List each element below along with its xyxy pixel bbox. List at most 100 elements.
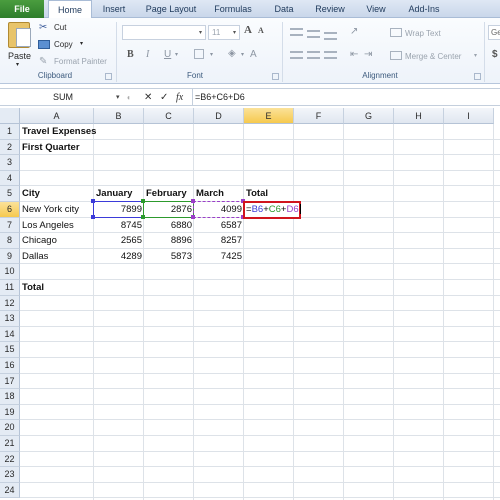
merge-center-button[interactable]: Merge & Center xyxy=(405,52,461,61)
font-color-button[interactable]: A xyxy=(250,49,257,60)
table-cell[interactable]: New York city xyxy=(20,202,94,218)
column-header-e[interactable]: E xyxy=(244,108,294,124)
wrap-text-button[interactable]: Wrap Text xyxy=(405,29,441,38)
decrease-indent-icon[interactable]: ⇤ xyxy=(350,49,358,60)
format-painter-button[interactable]: Format Painter xyxy=(54,57,107,66)
row-header-13[interactable]: 13 xyxy=(0,311,20,327)
italic-button[interactable]: I xyxy=(146,49,149,60)
alignment-launcher-icon[interactable] xyxy=(474,73,481,80)
row-header-10[interactable]: 10 xyxy=(0,264,20,280)
increase-indent-icon[interactable]: ⇥ xyxy=(364,49,372,60)
table-cell[interactable]: 8257 xyxy=(194,233,244,249)
column-header-i[interactable]: I xyxy=(444,108,494,124)
font-name-select[interactable]: ▾ xyxy=(122,25,206,40)
enter-icon[interactable]: ✓ xyxy=(160,90,168,105)
reference-handle[interactable] xyxy=(91,199,95,203)
select-all-button[interactable] xyxy=(0,108,20,124)
column-header-h[interactable]: H xyxy=(394,108,444,124)
header-cell[interactable]: January xyxy=(94,186,144,202)
table-cell[interactable]: 6587 xyxy=(194,218,244,234)
tab-insert[interactable]: Insert xyxy=(94,0,134,18)
row-header-19[interactable]: 19 xyxy=(0,404,20,421)
cell-a1-title[interactable]: Travel Expenses xyxy=(20,124,96,140)
header-cell[interactable]: February xyxy=(144,186,194,202)
row-header-22[interactable]: 22 xyxy=(0,451,20,468)
row-header-24[interactable]: 24 xyxy=(0,482,20,499)
table-cell[interactable]: 4289 xyxy=(94,249,144,265)
table-cell[interactable]: 5873 xyxy=(144,249,194,265)
table-cell[interactable]: 7425 xyxy=(194,249,244,265)
row-header-9[interactable]: 9 xyxy=(0,248,20,265)
align-right-icon[interactable] xyxy=(324,51,337,59)
cell-a2-subtitle[interactable]: First Quarter xyxy=(20,140,94,156)
currency-button[interactable]: $ xyxy=(492,49,498,60)
tab-file[interactable]: File xyxy=(0,0,44,18)
row-header-14[interactable]: 14 xyxy=(0,326,20,343)
font-size-select[interactable]: 11 ▾ xyxy=(208,25,240,40)
align-left-icon[interactable] xyxy=(290,51,303,59)
merge-dropdown-icon[interactable]: ▾ xyxy=(474,52,477,59)
row-header-12[interactable]: 12 xyxy=(0,295,20,312)
row-header-3[interactable]: 3 xyxy=(0,155,20,171)
clipboard-launcher-icon[interactable] xyxy=(105,73,112,80)
tab-page-layout[interactable]: Page Layout xyxy=(140,0,202,18)
column-header-b[interactable]: B xyxy=(94,108,144,124)
table-cell[interactable]: Chicago xyxy=(20,233,94,249)
table-cell[interactable]: 8896 xyxy=(144,233,194,249)
column-header-c[interactable]: C xyxy=(144,108,194,124)
row-header-5[interactable]: 5 xyxy=(0,186,20,202)
insert-function-icon[interactable]: fx xyxy=(176,90,183,105)
tab-review[interactable]: Review xyxy=(310,0,350,18)
row-header-21[interactable]: 21 xyxy=(0,436,20,452)
font-launcher-icon[interactable] xyxy=(272,73,279,80)
number-format-select[interactable]: Ge xyxy=(488,25,500,40)
table-cell[interactable]: 2565 xyxy=(94,233,144,249)
spreadsheet-grid[interactable]: A B C D E F G H I 1 2 3 4 5 6 7 8 9 10 11 12 13 14 15 16 17 18 19 20… xyxy=(0,108,500,500)
copy-dropdown-icon[interactable]: ▾ xyxy=(80,40,83,47)
underline-button[interactable]: U xyxy=(164,49,171,60)
column-header-a[interactable]: A xyxy=(20,108,94,124)
row-header-23[interactable]: 23 xyxy=(0,467,20,483)
tab-data[interactable]: Data xyxy=(268,0,300,18)
shrink-font-button[interactable]: A xyxy=(258,26,264,35)
row-header-8[interactable]: 8 xyxy=(0,233,20,249)
table-cell[interactable]: 8745 xyxy=(94,218,144,234)
row-header-16[interactable]: 16 xyxy=(0,358,20,374)
reference-handle[interactable] xyxy=(141,214,145,219)
tab-home[interactable]: Home xyxy=(48,0,92,19)
orientation-icon[interactable]: ↗ xyxy=(350,26,358,37)
cut-button[interactable]: Cut xyxy=(54,23,66,32)
row-header-4[interactable]: 4 xyxy=(0,170,20,187)
name-box[interactable]: SUM xyxy=(2,90,124,105)
column-header-g[interactable]: G xyxy=(344,108,394,124)
header-cell[interactable]: March xyxy=(194,186,244,202)
borders-dropdown-icon[interactable]: ▾ xyxy=(210,51,213,58)
row-header-11[interactable]: 11 xyxy=(0,280,20,296)
header-cell[interactable]: City xyxy=(20,186,94,202)
fill-dropdown-icon[interactable]: ▾ xyxy=(241,51,244,58)
row-header-18[interactable]: 18 xyxy=(0,389,20,405)
align-middle-icon[interactable] xyxy=(307,30,320,38)
reference-handle[interactable] xyxy=(91,214,95,219)
column-header-f[interactable]: F xyxy=(294,108,344,124)
paste-dropdown-icon[interactable]: ▾ xyxy=(16,61,19,68)
row-header-17[interactable]: 17 xyxy=(0,373,20,390)
copy-button[interactable]: Copy xyxy=(54,40,73,49)
grow-font-button[interactable]: A xyxy=(244,24,252,36)
tab-add-ins[interactable]: Add-Ins xyxy=(402,0,446,18)
tab-view[interactable]: View xyxy=(360,0,392,18)
reference-handle[interactable] xyxy=(191,199,195,203)
active-cell-e6[interactable]: =B6+C6+D6 xyxy=(243,201,301,219)
column-header-d[interactable]: D xyxy=(194,108,244,124)
table-cell[interactable]: Dallas xyxy=(20,249,94,265)
row-header-7[interactable]: 7 xyxy=(0,217,20,234)
align-bottom-icon[interactable] xyxy=(324,32,337,40)
reference-handle[interactable] xyxy=(141,199,145,203)
reference-handle[interactable] xyxy=(191,214,195,219)
fill-color-icon[interactable]: ◈ xyxy=(228,48,236,59)
formula-input[interactable]: =B6+C6+D6 xyxy=(195,90,495,105)
tab-formulas[interactable]: Formulas xyxy=(208,0,258,18)
cancel-icon[interactable]: ✕ xyxy=(144,90,152,105)
align-center-icon[interactable] xyxy=(307,51,320,59)
row-header-20[interactable]: 20 xyxy=(0,420,20,436)
